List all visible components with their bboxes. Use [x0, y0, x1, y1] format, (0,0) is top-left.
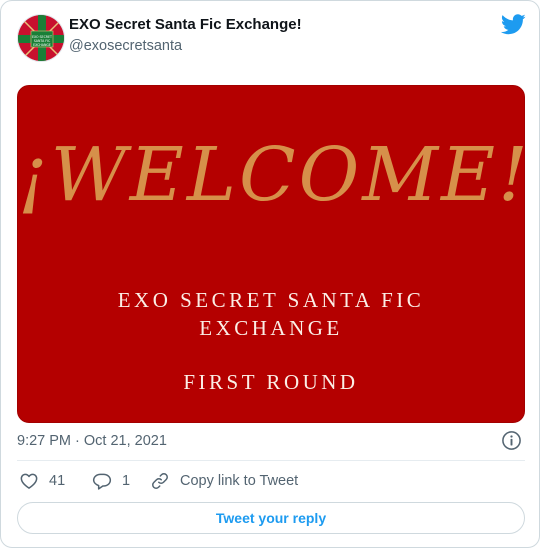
svg-text:EXCHANGE: EXCHANGE	[33, 43, 51, 47]
tweet-your-reply-button[interactable]: Tweet your reply	[17, 502, 525, 534]
image-line-1: EXO SECRET SANTA FIC	[117, 288, 425, 312]
author-handle[interactable]: @exosecretsanta	[69, 38, 182, 54]
image-line-3: FIRST ROUND	[183, 370, 359, 394]
reply-icon	[92, 473, 112, 490]
tweet-timestamp[interactable]: 9:27 PM · Oct 21, 2021	[17, 433, 167, 449]
reply-count: 1	[122, 473, 131, 489]
copy-link-label: Copy link to Tweet	[180, 473, 299, 489]
author-name[interactable]: EXO Secret Santa Fic Exchange!	[69, 16, 302, 33]
divider	[17, 460, 525, 461]
avatar[interactable]: EXO SECRET SANTA FIC EXCHANGE	[17, 14, 65, 62]
copy-link-button[interactable]: Copy link to Tweet	[150, 471, 298, 491]
info-icon[interactable]	[501, 430, 522, 451]
tweet-card: EXO SECRET SANTA FIC EXCHANGE EXO Secret…	[0, 0, 540, 548]
like-button[interactable]: 41	[19, 471, 65, 491]
image-line-2: EXCHANGE	[199, 316, 343, 340]
like-count: 41	[49, 473, 66, 489]
link-icon	[152, 473, 168, 489]
reply-button[interactable]: 1	[92, 471, 130, 491]
image-headline: ¡WELCOME!	[18, 132, 525, 218]
tweet-image[interactable]: ¡WELCOME! EXO SECRET SANTA FIC EXCHANGE …	[17, 85, 525, 423]
avatar-image: EXO SECRET SANTA FIC EXCHANGE	[18, 15, 64, 61]
twitter-bird-icon[interactable]	[500, 14, 526, 35]
heart-icon	[20, 473, 38, 489]
